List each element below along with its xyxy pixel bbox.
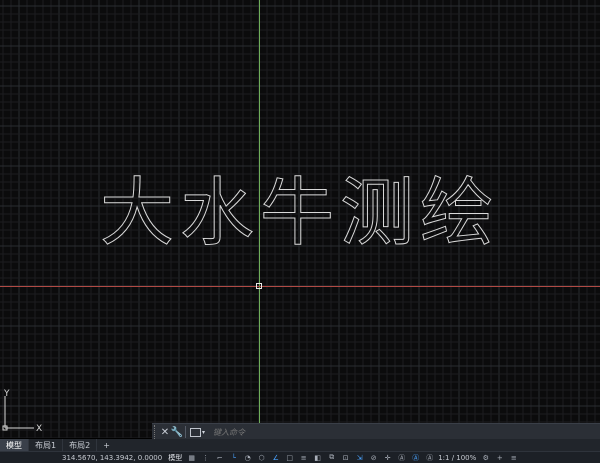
annotation-scale-icon[interactable]: Ⓐ <box>411 454 420 462</box>
close-icon[interactable]: ✕ <box>159 425 171 439</box>
terminal-icon <box>190 427 201 437</box>
drawing-text[interactable]: 大水牛测绘 <box>100 170 500 257</box>
workspace-gear-icon[interactable]: ⚙ <box>481 454 490 462</box>
selection-filter-icon[interactable]: ⊘ <box>369 454 378 462</box>
3d-osnap-icon[interactable]: ⊡ <box>341 454 350 462</box>
plus-icon[interactable]: + <box>495 454 504 462</box>
drawing-canvas[interactable]: 大水牛测绘 Y X <box>0 0 600 438</box>
auto-scale-icon[interactable]: Ⓐ <box>425 454 434 462</box>
model-space-toggle[interactable]: 模型 <box>168 453 182 463</box>
isodraft-icon[interactable]: ⬡ <box>257 454 266 462</box>
ortho-icon[interactable]: └ <box>229 454 238 462</box>
coordinate-readout[interactable]: 314.5670, 143.3942, 0.0000 <box>62 454 162 462</box>
annotation-visibility-icon[interactable]: Ⓐ <box>397 454 406 462</box>
object-snap-icon[interactable]: □ <box>285 454 294 462</box>
ucs-x-label: X <box>36 424 42 434</box>
grid-icon[interactable]: ▦ <box>187 454 196 462</box>
polar-tracking-icon[interactable]: ◔ <box>243 454 252 462</box>
crosshair-horizontal <box>0 286 600 287</box>
command-input[interactable] <box>211 426 600 438</box>
cursor-pickbox <box>256 283 262 289</box>
chevron-down-icon: ▾ <box>202 428 206 436</box>
add-layout-button[interactable]: + <box>97 439 116 451</box>
crosshair-vertical <box>259 0 260 438</box>
tab-layout1[interactable]: 布局1 <box>29 439 64 451</box>
selection-cycling-icon[interactable]: ⧉ <box>327 453 336 462</box>
ucs-y-label: Y <box>3 389 10 399</box>
customization-menu-icon[interactable]: ≡ <box>509 454 518 462</box>
status-bar: 314.5670, 143.3942, 0.0000 模型 ▦ ⋮ ⌐ └ ◔ … <box>0 451 600 463</box>
tab-label: 模型 <box>6 440 22 450</box>
annotation-scale-readout[interactable]: 1:1 / 100% <box>438 454 476 462</box>
ucs-icon: Y X <box>2 389 42 434</box>
tab-label: 布局1 <box>35 440 57 450</box>
layout-tabs: 模型 布局1 布局2 + <box>0 439 600 451</box>
tab-layout2[interactable]: 布局2 <box>63 439 98 451</box>
snap-icon[interactable]: ⋮ <box>201 454 210 462</box>
tab-label: 布局2 <box>69 440 91 450</box>
command-history-dropdown[interactable]: ▾ <box>190 427 206 437</box>
command-line: ✕ 🔧 ▾ <box>152 423 600 440</box>
divider <box>185 426 186 438</box>
gizmo-icon[interactable]: ✛ <box>383 454 392 462</box>
lineweight-icon[interactable]: ≡ <box>299 454 308 462</box>
drawing-text-layer: 大水牛测绘 <box>100 170 500 257</box>
wrench-icon[interactable]: 🔧 <box>171 425 183 439</box>
object-snap-tracking-icon[interactable]: ∠ <box>271 454 280 462</box>
transparency-icon[interactable]: ◧ <box>313 454 322 462</box>
infer-constraints-icon[interactable]: ⌐ <box>215 454 224 462</box>
add-icon: + <box>103 440 110 450</box>
dynamic-ucs-icon[interactable]: ⇲ <box>355 454 364 462</box>
tab-model[interactable]: 模型 <box>0 439 29 451</box>
